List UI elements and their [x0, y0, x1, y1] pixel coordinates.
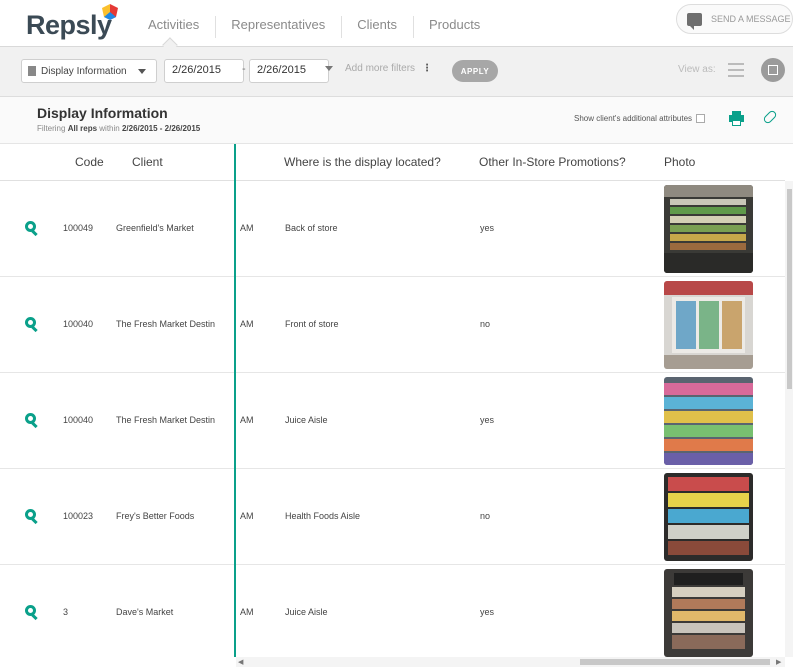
cell-time: AM	[240, 223, 254, 233]
table-row[interactable]: 3 Dave's Market AM Juice Aisle yes	[0, 565, 785, 657]
filter-reps: All reps	[67, 124, 98, 133]
date-to-field[interactable]: 2/26/2015	[249, 59, 329, 83]
cell-time: AM	[240, 511, 254, 521]
tab-activities[interactable]: Activities	[132, 8, 215, 46]
link-icon[interactable]	[762, 109, 778, 125]
tab-clients[interactable]: Clients	[341, 8, 413, 46]
grid-view-button[interactable]	[761, 58, 785, 82]
horizontal-scroll-thumb[interactable]	[580, 659, 770, 665]
show-attributes-label: Show client's additional attributes	[574, 114, 693, 123]
cell-promotions: yes	[480, 223, 495, 233]
table-row[interactable]: 100049 Greenfield's Market AM Back of st…	[0, 181, 785, 277]
cell-code: 3	[63, 607, 69, 617]
column-header-photo[interactable]: Photo	[664, 155, 695, 169]
main-tabs: Activities Representatives Clients Produ…	[132, 8, 496, 46]
vertical-scrollbar[interactable]	[785, 181, 793, 657]
cell-promotions: yes	[480, 415, 495, 425]
column-header-client[interactable]: Client	[132, 155, 163, 169]
cell-promotions: yes	[480, 607, 495, 617]
display-photo[interactable]	[664, 473, 753, 561]
display-photo[interactable]	[664, 377, 753, 465]
scroll-left-icon[interactable]: ◀	[238, 658, 243, 666]
filter-mid: within	[99, 124, 120, 133]
cell-promotions: no	[480, 511, 491, 521]
cell-location: Front of store	[285, 319, 339, 329]
frozen-column-divider	[234, 144, 236, 657]
cell-time: AM	[240, 415, 254, 425]
cell-promotions: no	[480, 319, 491, 329]
filter-summary: Filtering All reps within 2/26/2015 - 2/…	[37, 124, 200, 133]
table-row[interactable]: 100023 Frey's Better Foods AM Health Foo…	[0, 469, 785, 565]
scroll-right-icon[interactable]: ▶	[776, 658, 781, 666]
magnify-icon[interactable]	[25, 317, 38, 333]
send-message-button[interactable]: SEND A MESSAGE	[676, 4, 793, 34]
list-view-icon[interactable]	[728, 63, 744, 77]
grid-icon	[768, 65, 778, 75]
view-as-label: View as:	[678, 64, 716, 75]
cell-client: Frey's Better Foods	[116, 511, 195, 521]
cell-code: 100049	[63, 223, 94, 233]
horizontal-scrollbar[interactable]: ◀ ▶	[236, 657, 785, 667]
table-row[interactable]: 100040 The Fresh Market Destin AM Front …	[0, 277, 785, 373]
show-attributes-checkbox[interactable]	[696, 114, 706, 123]
magnify-icon[interactable]	[25, 509, 38, 525]
date-from-field[interactable]: 2/26/2015	[164, 59, 244, 83]
cell-code: 100040	[63, 415, 94, 425]
chevron-down-icon	[138, 69, 146, 74]
chevron-down-icon	[325, 66, 333, 71]
document-icon	[28, 66, 36, 76]
top-navigation: Repsly Activities Representatives Client…	[0, 0, 793, 47]
cell-client: The Fresh Market Destin	[116, 319, 216, 329]
send-message-label: SEND A MESSAGE	[711, 14, 791, 24]
report-type-value: Display Information	[41, 65, 127, 77]
apply-button[interactable]: APPLY	[452, 60, 498, 82]
cell-code: 100040	[63, 319, 94, 329]
display-photo[interactable]	[664, 281, 753, 369]
cell-code: 100023	[63, 511, 94, 521]
cell-client: Dave's Market	[116, 607, 174, 617]
table-row[interactable]: 100040 The Fresh Market Destin AM Juice …	[0, 373, 785, 469]
filter-prefix: Filtering	[37, 124, 66, 133]
cell-location: Health Foods Aisle	[285, 511, 361, 521]
display-photo[interactable]	[664, 185, 753, 273]
column-header-location[interactable]: Where is the display located?	[284, 155, 441, 169]
filter-range: 2/26/2015 - 2/26/2015	[121, 124, 201, 133]
cell-location: Juice Aisle	[285, 607, 328, 617]
magnify-icon[interactable]	[25, 413, 38, 429]
table-header: Code Client Where is the display located…	[0, 144, 785, 181]
print-icon[interactable]	[729, 111, 744, 126]
more-vertical-icon: ⋮	[422, 63, 432, 74]
column-header-code[interactable]: Code	[75, 155, 104, 169]
repsly-logo[interactable]: Repsly	[26, 10, 112, 41]
magnify-icon[interactable]	[25, 605, 38, 621]
report-title: Display Information	[37, 105, 168, 121]
report-header: Display Information Filtering All reps w…	[0, 97, 793, 144]
cell-client: The Fresh Market Destin	[116, 415, 216, 425]
add-filters-button[interactable]: Add more filters ⋮	[325, 63, 432, 74]
cell-location: Back of store	[285, 223, 338, 233]
cell-location: Juice Aisle	[285, 415, 328, 425]
show-attributes-toggle[interactable]: Show client's additional attributes	[574, 114, 706, 123]
date-separator: -	[242, 63, 246, 75]
vertical-scroll-thumb[interactable]	[787, 189, 792, 389]
cell-client: Greenfield's Market	[116, 223, 194, 233]
filter-bar: Display Information 2/26/2015 - 2/26/201…	[0, 47, 793, 97]
data-table: Code Client Where is the display located…	[0, 144, 793, 657]
chat-icon	[687, 12, 702, 30]
cell-time: AM	[240, 607, 254, 617]
logo-mark-icon	[102, 4, 118, 20]
tab-representatives[interactable]: Representatives	[215, 8, 341, 46]
tab-products[interactable]: Products	[413, 8, 496, 46]
column-header-promotions[interactable]: Other In-Store Promotions?	[479, 155, 626, 169]
cell-time: AM	[240, 319, 254, 329]
display-photo[interactable]	[664, 569, 753, 657]
magnify-icon[interactable]	[25, 221, 38, 237]
add-filters-label: Add more filters	[345, 63, 416, 74]
report-type-select[interactable]: Display Information	[21, 59, 157, 83]
